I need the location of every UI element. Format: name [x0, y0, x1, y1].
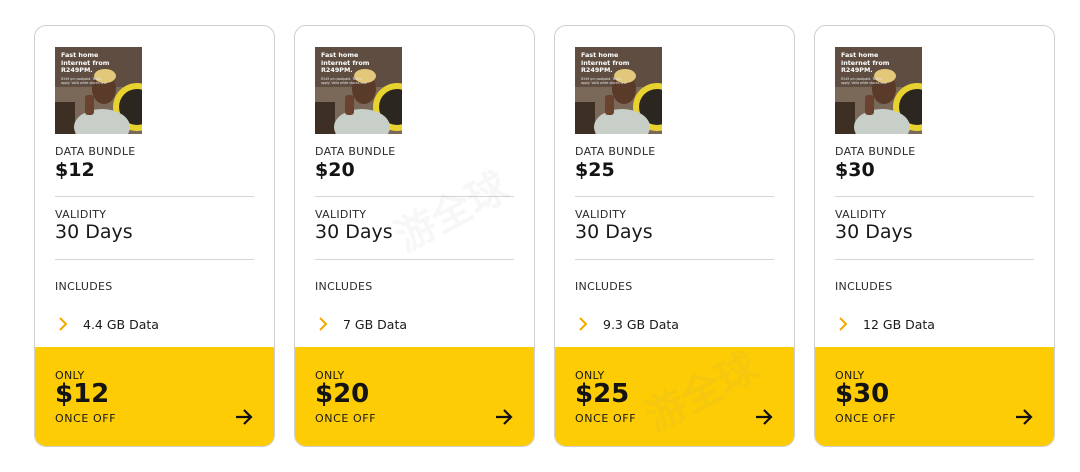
- feature-item: 4.4 GB Data: [55, 316, 159, 332]
- data-bundle-label: DATA BUNDLE: [835, 145, 916, 158]
- price-footer[interactable]: ONLY $12 ONCE OFF: [35, 347, 274, 446]
- validity-label: VALIDITY: [575, 208, 627, 221]
- promo-headline: Fast home internet from R249PM.: [321, 51, 370, 74]
- footer-price: $30: [835, 379, 890, 409]
- divider: [835, 259, 1034, 260]
- feature-text: 12 GB Data: [863, 316, 935, 332]
- feature-item: 12 GB Data: [835, 316, 935, 332]
- bundle-card[interactable]: Fast home internet from R249PM. R249 pm …: [34, 25, 275, 447]
- divider: [55, 259, 254, 260]
- arrow-right-icon[interactable]: [1013, 406, 1035, 428]
- data-bundle-label: DATA BUNDLE: [315, 145, 396, 158]
- once-off-label: ONCE OFF: [315, 412, 377, 425]
- promo-image: Fast home internet from R249PM. R249 pm …: [315, 47, 402, 134]
- once-off-label: ONCE OFF: [55, 412, 117, 425]
- price-footer[interactable]: ONLY $20 ONCE OFF: [295, 347, 534, 446]
- validity-value: 30 Days: [55, 221, 133, 243]
- divider: [575, 259, 774, 260]
- divider: [315, 196, 514, 197]
- validity-value: 30 Days: [315, 221, 393, 243]
- bundle-price: $25: [575, 159, 615, 181]
- bundle-card[interactable]: Fast home internet from R249PM. R249 pm …: [554, 25, 795, 447]
- price-footer[interactable]: ONLY $25 ONCE OFF: [555, 347, 794, 446]
- includes-label: INCLUDES: [55, 280, 113, 293]
- chevron-right-icon: [839, 317, 848, 331]
- promo-headline: Fast home internet from R249PM.: [841, 51, 890, 74]
- footer-price: $25: [575, 379, 630, 409]
- promo-fine-print: R249 pm postpaid. Ts&Cs apply. Valid whi…: [581, 77, 628, 85]
- arrow-right-icon[interactable]: [493, 406, 515, 428]
- promo-headline: Fast home internet from R249PM.: [61, 51, 110, 74]
- once-off-label: ONCE OFF: [575, 412, 637, 425]
- bundle-price: $12: [55, 159, 95, 181]
- bundle-card[interactable]: Fast home internet from R249PM. R249 pm …: [814, 25, 1055, 447]
- once-off-label: ONCE OFF: [835, 412, 897, 425]
- divider: [55, 196, 254, 197]
- validity-label: VALIDITY: [55, 208, 107, 221]
- validity-label: VALIDITY: [835, 208, 887, 221]
- bundle-cards: Fast home internet from R249PM. R249 pm …: [0, 0, 1080, 472]
- arrow-right-icon[interactable]: [753, 406, 775, 428]
- promo-fine-print: R249 pm postpaid. Ts&Cs apply. Valid whi…: [61, 77, 108, 85]
- data-bundle-label: DATA BUNDLE: [575, 145, 656, 158]
- feature-text: 7 GB Data: [343, 316, 408, 332]
- includes-label: INCLUDES: [315, 280, 373, 293]
- validity-value: 30 Days: [575, 221, 653, 243]
- promo-fine-print: R249 pm postpaid. Ts&Cs apply. Valid whi…: [321, 77, 368, 85]
- arrow-right-icon[interactable]: [233, 406, 255, 428]
- footer-price: $20: [315, 379, 370, 409]
- divider: [835, 196, 1034, 197]
- bundle-price: $20: [315, 159, 355, 181]
- validity-value: 30 Days: [835, 221, 913, 243]
- promo-fine-print: R249 pm postpaid. Ts&Cs apply. Valid whi…: [841, 77, 888, 85]
- footer-price: $12: [55, 379, 110, 409]
- divider: [575, 196, 774, 197]
- bundle-price: $30: [835, 159, 875, 181]
- promo-image: Fast home internet from R249PM. R249 pm …: [835, 47, 922, 134]
- promo-image: Fast home internet from R249PM. R249 pm …: [55, 47, 142, 134]
- bundle-card[interactable]: Fast home internet from R249PM. R249 pm …: [294, 25, 535, 447]
- feature-item: 9.3 GB Data: [575, 316, 679, 332]
- validity-label: VALIDITY: [315, 208, 367, 221]
- promo-headline: Fast home internet from R249PM.: [581, 51, 630, 74]
- feature-item: 7 GB Data: [315, 316, 407, 332]
- promo-image: Fast home internet from R249PM. R249 pm …: [575, 47, 662, 134]
- divider: [315, 259, 514, 260]
- chevron-right-icon: [59, 317, 68, 331]
- chevron-right-icon: [319, 317, 328, 331]
- data-bundle-label: DATA BUNDLE: [55, 145, 136, 158]
- includes-label: INCLUDES: [835, 280, 893, 293]
- price-footer[interactable]: ONLY $30 ONCE OFF: [815, 347, 1054, 446]
- chevron-right-icon: [579, 317, 588, 331]
- feature-text: 4.4 GB Data: [83, 316, 159, 332]
- includes-label: INCLUDES: [575, 280, 633, 293]
- feature-text: 9.3 GB Data: [603, 316, 679, 332]
